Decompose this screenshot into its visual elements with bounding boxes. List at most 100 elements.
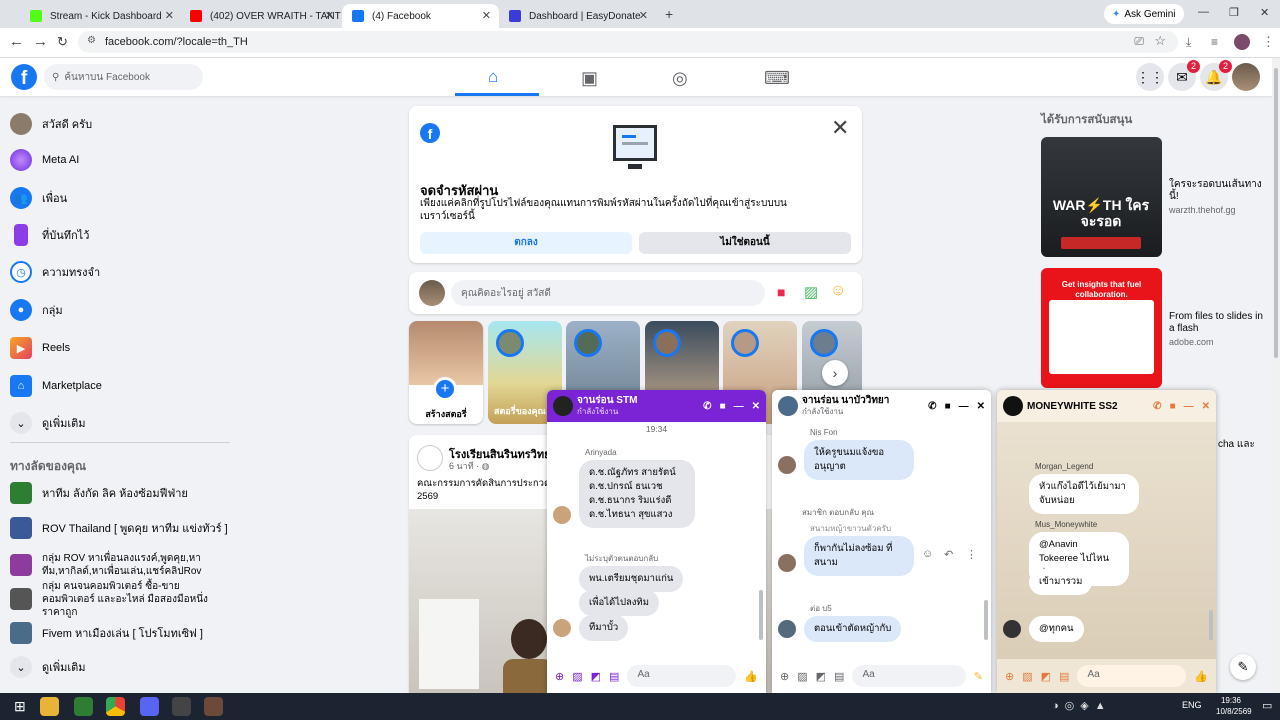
sidebar-item-meta-ai[interactable]: Meta AI <box>10 146 230 174</box>
photo-icon[interactable]: ▨ <box>797 670 807 683</box>
phone-icon[interactable]: ✆ <box>1153 401 1161 412</box>
feeling-icon[interactable]: ☺ <box>830 282 846 300</box>
notification-icon[interactable]: ▭ <box>1262 699 1272 712</box>
close-icon[interactable]: ✕ <box>752 401 760 412</box>
sidebar-item-profile[interactable]: สวัสดี ครับ <box>10 110 230 138</box>
close-icon[interactable]: ✕ <box>639 9 648 22</box>
sticker-icon[interactable]: ◩ <box>591 670 601 683</box>
browser-tab-active[interactable]: (4) Facebook ✕ <box>342 4 499 28</box>
page-logo[interactable] <box>417 445 443 471</box>
video-call-icon[interactable]: ■ <box>1170 401 1176 412</box>
shortcut-item[interactable]: กลุ่ม ROV หาเพื่อนลงแรงค์,พูดคุย,หาทีม,ห… <box>10 548 230 582</box>
react-icon[interactable]: ☺ <box>922 548 933 560</box>
sidebar-item-marketplace[interactable]: ⌂ Marketplace <box>10 372 230 400</box>
video-icon[interactable]: ▣ <box>581 68 598 89</box>
ok-button[interactable]: ตกลง <box>420 232 632 254</box>
scrollbar-thumb[interactable] <box>1274 68 1278 358</box>
address-bar[interactable]: ⚙ facebook.com/?locale=th_TH ⎚ ☆ <box>78 31 1178 53</box>
page-scrollbar[interactable] <box>1272 58 1280 693</box>
cast-icon[interactable]: ⎚ <box>1134 34 1144 49</box>
account-avatar[interactable] <box>1232 63 1260 91</box>
close-icon[interactable]: ✕ <box>1202 401 1210 412</box>
phone-icon[interactable]: ✆ <box>928 401 936 412</box>
sidebar-item-friends[interactable]: 👥 เพื่อน <box>10 184 230 212</box>
ad-2-text[interactable]: From files to slides in a flash <box>1169 311 1264 335</box>
sidebar-see-more[interactable]: ⌄ ดูเพิ่มเติม <box>10 409 230 437</box>
minimize-icon[interactable]: — <box>734 401 744 412</box>
close-window-icon[interactable]: ✕ <box>1260 6 1269 19</box>
shortcut-item[interactable]: ROV Thailand [ พูดคุย หาทีม แข่งทัวร์ ] <box>10 514 230 542</box>
ask-gemini-button[interactable]: ✦ Ask Gemini <box>1104 4 1184 24</box>
sticker-icon[interactable]: ◩ <box>816 670 826 683</box>
close-icon[interactable]: ✕ <box>977 401 985 412</box>
messenger-button[interactable]: ✉ 2 <box>1168 60 1200 91</box>
back-icon[interactable]: ← <box>9 33 24 50</box>
ad-image-2[interactable]: Get insights that fuel collaboration. <box>1041 268 1162 388</box>
add-icon[interactable]: ⊕ <box>1005 670 1014 683</box>
close-icon[interactable]: ✕ <box>325 9 334 22</box>
like-icon[interactable]: 👍 <box>1194 670 1208 683</box>
chat-header[interactable]: MONEYWHITE SS2 ✆ ■ — ✕ <box>997 390 1216 422</box>
chat-header[interactable]: จานร่อน STM กำลังใช้งาน ✆ ■ — ✕ <box>547 390 766 422</box>
add-icon[interactable]: ⊕ <box>780 670 789 683</box>
windows-start-icon[interactable]: ⊞ <box>14 698 26 715</box>
shortcut-item[interactable]: หาทีม ลังกัด ลิค ห้องซ้อมฟีฟ่าย <box>10 479 230 507</box>
system-tray-icons[interactable]: ◑◎◈▲ <box>1052 699 1112 712</box>
sticker-icon[interactable]: ◩ <box>1041 670 1051 683</box>
sidebar-item-saved[interactable]: ที่บันทึกไว้ <box>10 221 230 249</box>
site-info-icon[interactable]: ⚙ <box>87 35 96 46</box>
close-icon[interactable]: ✕ <box>482 9 491 22</box>
restore-window-icon[interactable]: ❐ <box>1229 6 1239 19</box>
message-input[interactable]: Aa <box>852 665 966 687</box>
gif-icon[interactable]: ▤ <box>609 670 619 683</box>
composer-input[interactable]: คุณคิดอะไรอยู่ สวัสดี <box>451 280 765 306</box>
video-call-icon[interactable]: ■ <box>945 401 951 412</box>
sidebar-item-groups[interactable]: ● กลุ่ม <box>10 296 230 324</box>
message-input[interactable]: Aa <box>1077 665 1187 687</box>
pencil-icon[interactable]: ✎ <box>974 670 983 683</box>
media-icon[interactable]: ≡ <box>1211 35 1218 49</box>
chat-scrollbar[interactable] <box>1209 610 1213 640</box>
groups-nav-icon[interactable]: ◎ <box>672 68 688 89</box>
browser-tab[interactable]: Stream - Kick Dashboard ✕ <box>20 4 182 28</box>
game-icon[interactable] <box>204 697 223 716</box>
obs-icon[interactable] <box>172 697 191 716</box>
language-indicator[interactable]: ENG <box>1182 700 1202 710</box>
photo-icon[interactable]: ▨ <box>572 670 582 683</box>
chat-scrollbar[interactable] <box>984 600 988 640</box>
new-tab-icon[interactable]: + <box>665 6 673 22</box>
notifications-button[interactable]: 🔔 2 <box>1200 60 1232 91</box>
shortcut-item[interactable]: กลุ่ม คนจนคอมพิวเตอร์ ซื้อ-ขาย คอมพิวเตอ… <box>10 581 230 618</box>
live-video-icon[interactable]: ■ <box>777 284 785 300</box>
chat-scrollbar[interactable] <box>759 590 763 640</box>
bookmark-star-icon[interactable]: ☆ <box>1154 33 1166 49</box>
browser-tab[interactable]: Dashboard | EasyDonate ✕ <box>499 4 656 28</box>
not-now-button[interactable]: ไม่ใช่ตอนนี้ <box>639 232 851 254</box>
create-story-card[interactable]: + สร้างสตอรี่ <box>409 321 483 424</box>
sidebar-item-reels[interactable]: ▶ Reels <box>10 334 230 362</box>
menu-icon[interactable]: ⋮ <box>1262 34 1275 50</box>
close-icon[interactable]: ✕ <box>831 115 849 141</box>
chat-header[interactable]: จานร่อน นาบัววิทยา กำลังใช้งาน ✆ ■ — ✕ <box>772 390 991 422</box>
new-message-button[interactable]: ✎ <box>1230 654 1256 680</box>
video-call-icon[interactable]: ■ <box>720 401 726 412</box>
gif-icon[interactable]: ▤ <box>1059 670 1069 683</box>
minimize-icon[interactable]: — <box>1184 401 1194 412</box>
shortcuts-see-more[interactable]: ⌄ ดูเพิ่มเติม <box>10 653 230 681</box>
forward-icon[interactable]: → <box>33 33 48 50</box>
chrome-icon[interactable] <box>106 697 125 716</box>
phone-icon[interactable]: ✆ <box>703 401 711 412</box>
discord-icon[interactable] <box>140 697 159 716</box>
add-icon[interactable]: ⊕ <box>555 670 564 683</box>
ad-1-text[interactable]: ใครจะรอดบนเส้นทางนี้! <box>1169 179 1264 203</box>
message-input[interactable]: Aa <box>627 665 737 687</box>
shortcut-item[interactable]: Fivem หาเมืองเล่น [ โปรโมทเซิฟ ] <box>10 619 230 647</box>
file-explorer-icon[interactable] <box>40 697 59 716</box>
reload-icon[interactable]: ↻ <box>57 34 68 50</box>
photo-icon[interactable]: ▨ <box>804 283 818 301</box>
nav-home-tab[interactable]: ⌂ <box>455 58 539 96</box>
browser-tab[interactable]: (402) OVER WRAITH - TANT ✕ <box>180 4 342 28</box>
app-icon[interactable] <box>74 697 93 716</box>
clock[interactable]: 19:36 10/8/2569 <box>1216 695 1252 717</box>
gif-icon[interactable]: ▤ <box>834 670 844 683</box>
